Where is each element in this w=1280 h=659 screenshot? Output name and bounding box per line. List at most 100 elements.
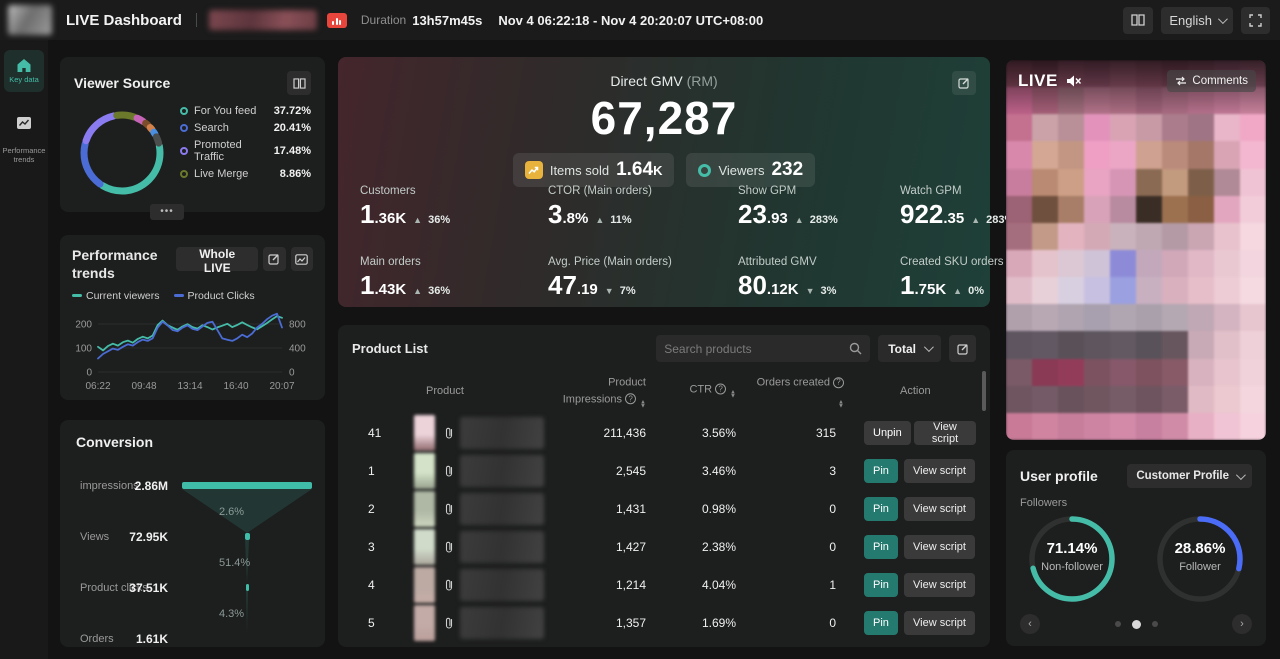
pin-button[interactable]: Pin bbox=[864, 535, 898, 559]
mosaic-cell bbox=[1136, 114, 1162, 141]
whole-live-button[interactable]: Whole LIVE bbox=[176, 247, 258, 271]
metric-value: 1 bbox=[900, 270, 914, 301]
pin-button[interactable]: Pin bbox=[864, 497, 898, 521]
metric-label: Avg. Price (Main orders) bbox=[548, 256, 738, 268]
snapshot-button[interactable] bbox=[291, 247, 313, 271]
product-search[interactable] bbox=[656, 335, 870, 362]
product-orders: 315 bbox=[762, 426, 836, 440]
pin-button[interactable]: Pin bbox=[864, 573, 898, 597]
user-profile-panel: User profile Customer Profile Followers … bbox=[1006, 450, 1266, 646]
mosaic-cell bbox=[1110, 250, 1136, 277]
mosaic-cell bbox=[1110, 359, 1136, 386]
metric-value-decimal: .12K bbox=[767, 281, 799, 298]
muted-speaker-icon[interactable] bbox=[1066, 74, 1082, 88]
product-ctr: 2.38% bbox=[662, 540, 736, 554]
view-script-button[interactable]: View script bbox=[904, 497, 975, 521]
mosaic-cell bbox=[1006, 114, 1032, 141]
mosaic-cell bbox=[1110, 386, 1136, 413]
legend-item[interactable]: Search 20.41% bbox=[180, 122, 311, 134]
page-dot[interactable] bbox=[1115, 621, 1121, 627]
page-dot[interactable] bbox=[1152, 621, 1158, 627]
duration-value: 13h57m45s bbox=[412, 13, 482, 28]
customer-profile-dropdown[interactable]: Customer Profile bbox=[1127, 464, 1252, 488]
sort-icon[interactable]: ▲▼ bbox=[730, 391, 736, 399]
metric-delta: 283% bbox=[810, 214, 838, 226]
guide-button[interactable] bbox=[1123, 7, 1153, 34]
view-script-button[interactable]: View script bbox=[904, 535, 975, 559]
mosaic-cell bbox=[1058, 250, 1084, 277]
comments-button[interactable]: Comments bbox=[1167, 70, 1256, 92]
pin-button[interactable]: Pin bbox=[864, 611, 898, 635]
gmv-metric: Avg. Price (Main orders) 47.19 ▼ 7% bbox=[548, 256, 738, 301]
info-icon[interactable]: ? bbox=[625, 393, 636, 404]
mosaic-cell bbox=[1058, 413, 1084, 440]
arrow-down-icon: ▼ bbox=[806, 286, 815, 296]
viewer-source-more-button[interactable]: ••• bbox=[150, 204, 184, 220]
product-list-title: Product List bbox=[352, 341, 428, 356]
legend-item[interactable]: Current viewers bbox=[72, 290, 160, 302]
product-table-header: Product Product Impressions?▲▼ CTR?▲▼ Or… bbox=[352, 368, 976, 414]
legend-item[interactable]: Product Clicks bbox=[174, 290, 255, 302]
metric-label: Attributed GMV bbox=[738, 256, 900, 268]
mosaic-cell bbox=[1136, 359, 1162, 386]
column-product-impressions[interactable]: Product Impressions?▲▼ bbox=[530, 374, 646, 408]
gmv-edit-button[interactable] bbox=[952, 71, 976, 95]
view-script-button[interactable]: View script bbox=[904, 611, 975, 635]
search-input[interactable] bbox=[664, 342, 849, 356]
funnel-step-value: 1.61K bbox=[118, 632, 168, 646]
mosaic-cell bbox=[1110, 331, 1136, 358]
mosaic-cell bbox=[1188, 114, 1214, 141]
mosaic-cell bbox=[1058, 169, 1084, 196]
mosaic-cell bbox=[1162, 250, 1188, 277]
fullscreen-button[interactable] bbox=[1241, 7, 1270, 34]
info-icon[interactable]: ? bbox=[833, 377, 844, 388]
svg-text:100: 100 bbox=[75, 344, 92, 355]
column-ctr[interactable]: CTR?▲▼ bbox=[662, 384, 736, 399]
pin-button[interactable]: Unpin bbox=[864, 421, 911, 445]
legend-item[interactable]: For You feed 37.72% bbox=[180, 105, 311, 117]
funnel-step-label: Views bbox=[80, 531, 109, 543]
scrollbar-thumb[interactable] bbox=[982, 371, 986, 411]
sidebar-item-label: Key data bbox=[9, 75, 39, 84]
mosaic-cell bbox=[1240, 196, 1266, 223]
mosaic-cell bbox=[1214, 331, 1240, 358]
view-script-button[interactable]: View script bbox=[914, 421, 976, 445]
product-orders: 0 bbox=[762, 540, 836, 554]
mosaic-cell bbox=[1084, 114, 1110, 141]
next-page-button[interactable]: › bbox=[1232, 614, 1252, 634]
view-script-button[interactable]: View script bbox=[904, 459, 975, 483]
mosaic-cell bbox=[1032, 386, 1058, 413]
product-thumbnail bbox=[414, 605, 435, 641]
metric-value: 3 bbox=[548, 199, 562, 230]
info-icon[interactable]: ? bbox=[715, 384, 726, 395]
sidebar-item-performance-trends[interactable]: Performance trends bbox=[2, 102, 46, 165]
column-orders-created[interactable]: Orders created? ▲▼ bbox=[748, 374, 844, 408]
legend-item[interactable]: Live Merge 8.86% bbox=[180, 168, 311, 180]
language-selector[interactable]: English bbox=[1161, 7, 1233, 34]
sidebar-item-key-data[interactable]: Key data bbox=[2, 50, 46, 92]
prev-page-button[interactable]: ‹ bbox=[1020, 614, 1040, 634]
product-rank: 41 bbox=[368, 426, 381, 440]
mosaic-cell bbox=[1058, 223, 1084, 250]
paperclip-icon bbox=[444, 579, 454, 592]
view-script-button[interactable]: View script bbox=[904, 573, 975, 597]
page-dot-active[interactable] bbox=[1132, 620, 1141, 629]
legend-dot bbox=[180, 147, 188, 155]
viewer-source-guide-button[interactable] bbox=[287, 71, 311, 95]
mosaic-cell bbox=[1188, 386, 1214, 413]
pin-button[interactable]: Pin bbox=[864, 459, 898, 483]
paperclip-icon bbox=[444, 617, 454, 630]
edit-chart-button[interactable] bbox=[263, 247, 285, 271]
mosaic-cell bbox=[1084, 359, 1110, 386]
legend-item[interactable]: Promoted Traffic 17.48% bbox=[180, 139, 311, 163]
sort-icon[interactable]: ▲▼ bbox=[640, 400, 646, 408]
total-filter-dropdown[interactable]: Total bbox=[878, 335, 941, 362]
language-label: English bbox=[1169, 13, 1212, 28]
sort-icon[interactable]: ▲▼ bbox=[838, 400, 844, 408]
gmv-currency: (RM) bbox=[687, 73, 718, 89]
product-table-body: 41 211,436 3.56% 315 Unpin View script 1… bbox=[352, 414, 976, 642]
product-list-edit-button[interactable] bbox=[949, 335, 976, 362]
product-impressions: 211,436 bbox=[552, 426, 646, 440]
mosaic-cell bbox=[1240, 359, 1266, 386]
svg-text:09:48: 09:48 bbox=[131, 381, 156, 392]
